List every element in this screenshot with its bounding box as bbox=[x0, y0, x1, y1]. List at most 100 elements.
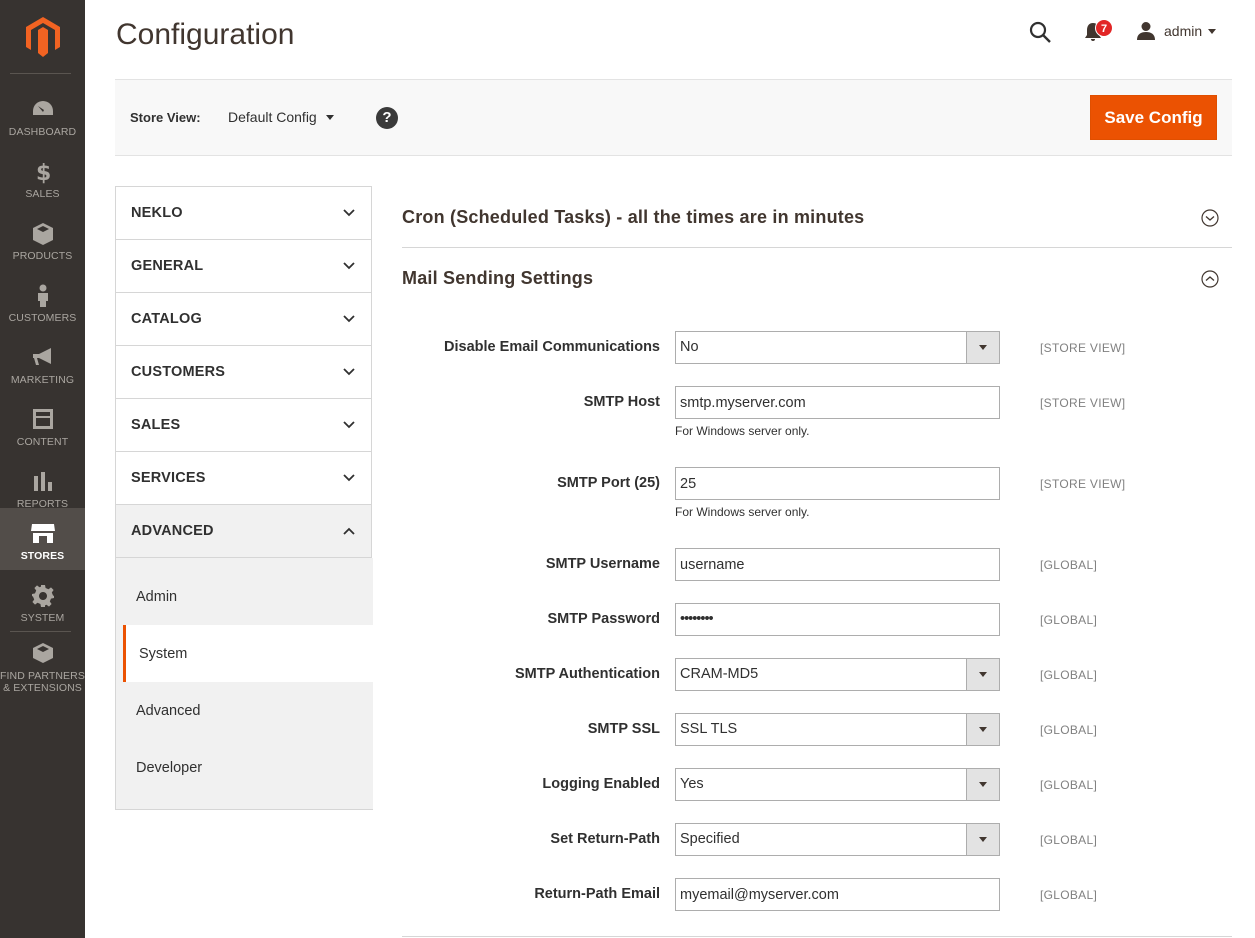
magento-logo[interactable] bbox=[0, 0, 85, 74]
nav-label: CUSTOMERS bbox=[8, 312, 77, 324]
chevron-down-icon bbox=[325, 114, 334, 120]
tab-catalog[interactable]: CATALOG bbox=[116, 293, 371, 346]
scope-label: [GLOBAL] bbox=[1040, 668, 1098, 682]
chevron-down-icon bbox=[966, 824, 999, 855]
smtp-auth-select[interactable]: CRAM-MD5 bbox=[675, 658, 1000, 691]
notification-count-badge[interactable]: 7 bbox=[1095, 19, 1113, 37]
magento-logo-icon bbox=[25, 17, 60, 57]
section-mail-header[interactable]: Mail Sending Settings bbox=[402, 260, 1232, 300]
nav-item-dashboard[interactable]: DASHBOARD bbox=[0, 84, 85, 146]
scope-label: [STORE VIEW] bbox=[1040, 477, 1126, 491]
subtab-admin[interactable]: Admin bbox=[116, 568, 373, 625]
field-label: SMTP Password bbox=[547, 611, 660, 627]
tab-advanced[interactable]: ADVANCED bbox=[116, 505, 371, 558]
tab-label: ADVANCED bbox=[131, 523, 214, 539]
chevron-down-icon bbox=[343, 209, 355, 217]
chevron-down-icon bbox=[343, 421, 355, 429]
store-view-dropdown[interactable]: Default Config bbox=[228, 109, 334, 125]
nav-label: DASHBOARD bbox=[8, 126, 77, 138]
save-config-button[interactable]: Save Config bbox=[1090, 95, 1217, 140]
nav-label: MARKETING bbox=[10, 374, 75, 386]
chevron-down-icon bbox=[966, 659, 999, 690]
nav-item-products[interactable]: PRODUCTS bbox=[0, 208, 85, 270]
store-icon bbox=[0, 522, 85, 550]
megaphone-icon bbox=[0, 346, 85, 374]
section-cron-header[interactable]: Cron (Scheduled Tasks) - all the times a… bbox=[402, 186, 1232, 248]
nav-divider bbox=[10, 73, 71, 74]
tab-label: CUSTOMERS bbox=[131, 364, 226, 380]
chevron-down-icon bbox=[966, 769, 999, 800]
chevron-up-icon bbox=[1201, 270, 1219, 288]
nav-item-system[interactable]: SYSTEM bbox=[0, 570, 85, 632]
smtp-password-input[interactable]: •••••••• bbox=[675, 603, 1000, 636]
return-path-select[interactable]: Specified bbox=[675, 823, 1000, 856]
tab-customers[interactable]: CUSTOMERS bbox=[116, 346, 371, 399]
tab-label: CATALOG bbox=[131, 311, 202, 327]
field-disable-email: Disable Email Communications No [STORE V… bbox=[402, 331, 1232, 364]
nav-item-content[interactable]: CONTENT bbox=[0, 394, 85, 456]
store-switcher-bar: Store View: Default Config ? Save Config bbox=[115, 79, 1232, 156]
field-label: SMTP Port (25) bbox=[557, 475, 660, 491]
smtp-ssl-select[interactable]: SSL TLS bbox=[675, 713, 1000, 746]
user-menu[interactable]: admin bbox=[1136, 20, 1217, 42]
password-mask: •••••••• bbox=[680, 611, 714, 627]
nav-label: SALES bbox=[25, 188, 60, 200]
config-tabs: NEKLO GENERAL CATALOG CUSTOMERS SALES SE… bbox=[115, 186, 373, 810]
store-view-label: Store View: bbox=[130, 110, 201, 125]
smtp-username-input[interactable] bbox=[675, 548, 1000, 581]
field-note: For Windows server only. bbox=[675, 424, 810, 438]
subtab-developer[interactable]: Developer bbox=[116, 739, 373, 796]
tab-services[interactable]: SERVICES bbox=[116, 452, 371, 505]
tab-label: SERVICES bbox=[131, 470, 206, 486]
store-view-value: Default Config bbox=[228, 109, 317, 125]
tab-sales[interactable]: SALES bbox=[116, 399, 371, 452]
nav-item-marketing[interactable]: MARKETING bbox=[0, 332, 85, 394]
scope-label: [STORE VIEW] bbox=[1040, 396, 1126, 410]
nav-item-partners[interactable]: FIND PARTNERS & EXTENSIONS bbox=[0, 636, 85, 706]
advanced-subtabs: Admin System Advanced Developer bbox=[116, 558, 373, 810]
tab-neklo[interactable]: NEKLO bbox=[116, 187, 371, 240]
smtp-host-input[interactable] bbox=[675, 386, 1000, 419]
user-name: admin bbox=[1164, 23, 1203, 39]
field-return-path-email: Return-Path Email [GLOBAL] bbox=[402, 878, 1232, 911]
field-label: Disable Email Communications bbox=[444, 339, 660, 355]
field-label: SMTP Username bbox=[545, 556, 660, 572]
tab-general[interactable]: GENERAL bbox=[116, 240, 371, 293]
bar-chart-icon bbox=[0, 470, 85, 498]
box-icon bbox=[0, 222, 85, 250]
search-icon[interactable] bbox=[1028, 20, 1052, 44]
chevron-down-icon bbox=[1208, 28, 1217, 34]
select-value: Specified bbox=[680, 831, 740, 847]
help-icon[interactable]: ? bbox=[376, 107, 398, 129]
section-divider bbox=[402, 936, 1232, 937]
subtab-system[interactable]: System bbox=[123, 625, 373, 682]
tab-label: NEKLO bbox=[131, 205, 183, 221]
logging-select[interactable]: Yes bbox=[675, 768, 1000, 801]
nav-label: FIND PARTNERS & EXTENSIONS bbox=[0, 670, 85, 694]
nav-item-customers[interactable]: CUSTOMERS bbox=[0, 270, 85, 332]
chevron-down-icon bbox=[966, 714, 999, 745]
scope-label: [STORE VIEW] bbox=[1040, 341, 1126, 355]
select-value: No bbox=[680, 339, 699, 355]
return-path-email-input[interactable] bbox=[675, 878, 1000, 911]
select-value: Yes bbox=[680, 776, 704, 792]
field-label: Return-Path Email bbox=[534, 886, 660, 902]
scope-label: [GLOBAL] bbox=[1040, 833, 1098, 847]
gear-icon bbox=[0, 584, 85, 612]
chevron-down-icon bbox=[343, 368, 355, 376]
field-smtp-password: SMTP Password •••••••• [GLOBAL] bbox=[402, 603, 1232, 636]
section-title: Mail Sending Settings bbox=[402, 268, 594, 288]
disable-email-select[interactable]: No bbox=[675, 331, 1000, 364]
field-label: Set Return-Path bbox=[550, 831, 660, 847]
svg-text:$: $ bbox=[36, 161, 51, 184]
subtab-advanced[interactable]: Advanced bbox=[116, 682, 373, 739]
nav-label: STORES bbox=[20, 550, 65, 562]
layout-icon bbox=[0, 408, 85, 436]
page-title: Configuration bbox=[116, 18, 295, 51]
nav-item-stores[interactable]: STORES bbox=[0, 508, 85, 570]
field-smtp-ssl: SMTP SSL SSL TLS [GLOBAL] bbox=[402, 713, 1232, 746]
smtp-port-input[interactable] bbox=[675, 467, 1000, 500]
scope-label: [GLOBAL] bbox=[1040, 888, 1098, 902]
nav-item-sales[interactable]: $ SALES bbox=[0, 146, 85, 208]
select-value: CRAM-MD5 bbox=[680, 666, 759, 682]
